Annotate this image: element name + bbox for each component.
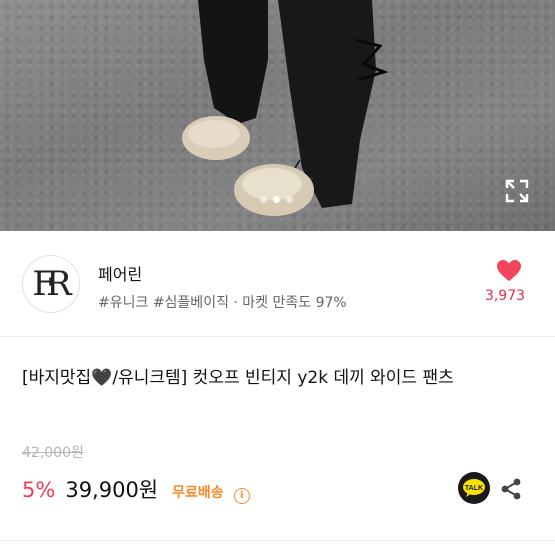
shop-name[interactable]: 페어린 bbox=[98, 261, 142, 285]
talk-label: TALK bbox=[465, 485, 483, 492]
divider bbox=[0, 540, 555, 541]
price-row: 5% 39,900원 무료배송 i bbox=[22, 474, 250, 504]
heart-icon[interactable] bbox=[496, 259, 522, 283]
expand-icon[interactable] bbox=[504, 178, 530, 204]
carousel-dot[interactable] bbox=[260, 196, 267, 203]
seller-section[interactable]: FR 페어린 #유니크 #심플베이직 · 마켓 만족도 97% 3,973 bbox=[0, 231, 555, 337]
shop-logo: FR bbox=[32, 264, 71, 304]
free-shipping-badge: 무료배송 bbox=[172, 485, 224, 501]
like-count: 3,973 bbox=[484, 288, 526, 304]
shop-avatar[interactable]: FR bbox=[22, 255, 80, 313]
original-price: 42,000원 bbox=[22, 445, 84, 461]
discount-rate: 5% bbox=[22, 478, 56, 502]
share-icon[interactable] bbox=[499, 477, 523, 501]
info-icon[interactable]: i bbox=[233, 488, 250, 504]
talk-button[interactable]: TALK bbox=[458, 472, 490, 504]
product-title: [바지맛집🖤/유니크템] 컷오프 빈티지 y2k 데끼 와이드 팬츠 bbox=[22, 368, 454, 388]
sale-price: 39,900원 bbox=[65, 478, 159, 502]
carousel-dot[interactable] bbox=[286, 196, 293, 203]
carousel-dot-active[interactable] bbox=[273, 196, 280, 203]
product-photo[interactable] bbox=[0, 0, 555, 231]
shop-tags: #유니크 #심플베이직 · 마켓 만족도 97% bbox=[98, 295, 347, 311]
like-button[interactable]: 3,973 bbox=[485, 259, 532, 304]
carousel-dots[interactable] bbox=[260, 196, 293, 203]
